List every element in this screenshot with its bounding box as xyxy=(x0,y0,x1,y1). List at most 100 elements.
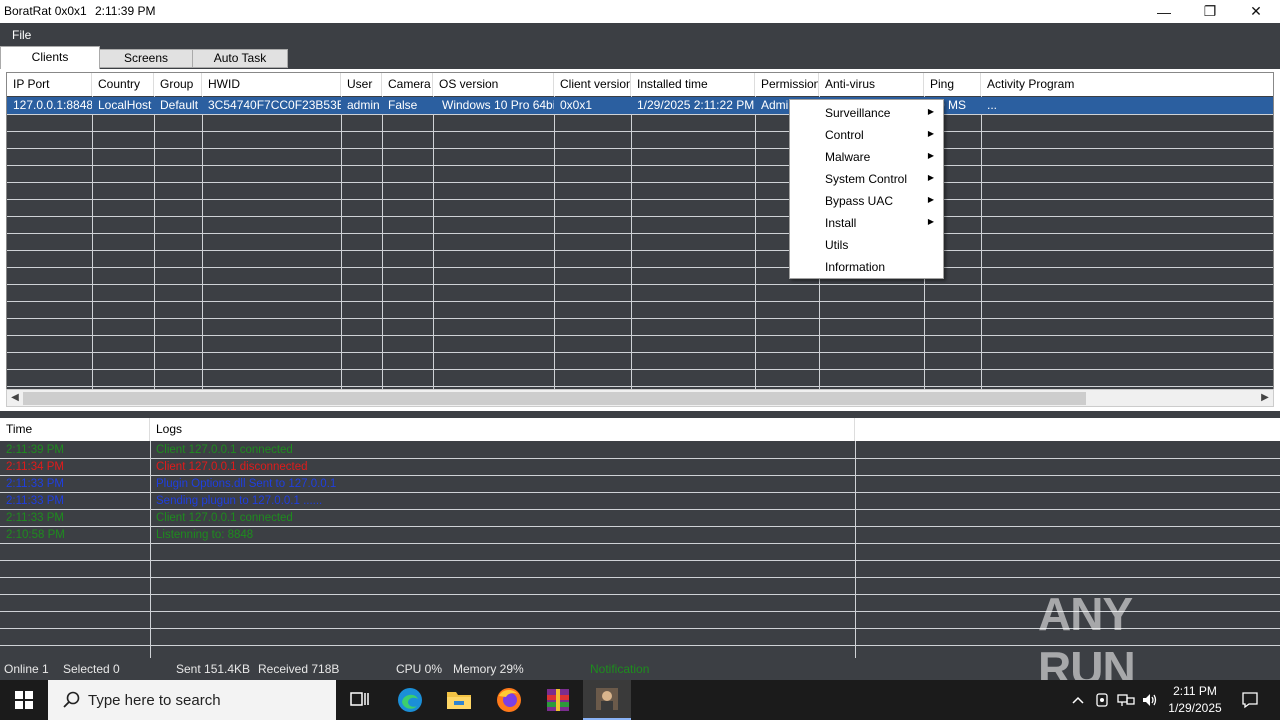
status-received: Received 718B xyxy=(258,662,340,676)
logs-table-header: Time Logs xyxy=(0,418,1280,441)
cell-country: LocalHost xyxy=(98,98,152,112)
log-message: Listenning to: 8848 xyxy=(156,529,254,541)
status-memory: Memory 29% xyxy=(453,662,524,676)
log-message: Sending plugun to 127.0.0.1 ...... xyxy=(156,495,323,507)
taskbar-clock[interactable]: 2:11 PM 1/29/2025 xyxy=(1162,683,1228,717)
clients-table-header: IP Port Country Group HWID User Camera O… xyxy=(7,73,1273,96)
menu-item-control[interactable]: Control ▶ xyxy=(790,124,943,146)
clock-date: 1/29/2025 xyxy=(1168,701,1222,715)
notification-center-icon[interactable] xyxy=(1230,680,1270,720)
taskbar-search-input[interactable]: Type here to search xyxy=(48,680,336,720)
grid-divider xyxy=(554,96,555,390)
tab-clients[interactable]: Clients xyxy=(0,46,100,70)
volume-icon[interactable] xyxy=(1138,680,1162,720)
column-header-ip-port[interactable]: IP Port xyxy=(7,73,92,96)
log-time: 2:11:33 PM xyxy=(6,478,64,490)
cell-os-version: Windows 10 Pro 64bit xyxy=(442,98,554,112)
submenu-arrow-icon: ▶ xyxy=(927,173,934,182)
column-header-permission[interactable]: Permission xyxy=(755,73,819,96)
horizontal-scrollbar[interactable]: ◀ ▶ xyxy=(6,389,1274,407)
grid-divider xyxy=(433,96,434,390)
submenu-arrow-icon: ▶ xyxy=(927,151,934,160)
column-header-logs[interactable]: Logs xyxy=(150,418,855,441)
menu-item-system-control[interactable]: System Control ▶ xyxy=(790,168,943,190)
column-header-group[interactable]: Group xyxy=(154,73,202,96)
column-header-client-version[interactable]: Client version xyxy=(554,73,631,96)
menu-item-surveillance[interactable]: Surveillance ▶ xyxy=(790,102,943,124)
edge-icon[interactable] xyxy=(386,680,434,720)
cell-client-version: 0x0x1 xyxy=(560,98,593,112)
tray-device-icon[interactable] xyxy=(1090,680,1114,720)
tray-overflow-chevron-icon[interactable] xyxy=(1066,680,1090,720)
close-button[interactable]: ✕ xyxy=(1233,0,1279,23)
menu-item-information[interactable]: Information xyxy=(790,256,943,278)
menu-file[interactable]: File xyxy=(12,28,31,42)
network-icon[interactable] xyxy=(1114,680,1138,720)
column-header-os-version[interactable]: OS version xyxy=(433,73,554,96)
grid-divider xyxy=(382,96,383,390)
title-bar: BoratRat 0x0x1 2:11:39 PM — ❐ ✕ xyxy=(0,0,1280,23)
context-menu: Surveillance ▶ Control ▶ Malware ▶ Syste… xyxy=(789,99,944,279)
maximize-button[interactable]: ❐ xyxy=(1187,0,1233,23)
status-selected: Selected 0 xyxy=(63,662,120,676)
windows-start-icon[interactable] xyxy=(0,680,48,720)
status-sent: Sent 151.4KB xyxy=(176,662,251,676)
grid-divider xyxy=(755,96,756,390)
log-time: 2:11:33 PM xyxy=(6,512,64,524)
firefox-icon[interactable] xyxy=(485,680,533,720)
grid-divider xyxy=(202,96,203,390)
log-row[interactable]: 2:11:33 PM Client 127.0.0.1 connected xyxy=(0,510,1280,527)
log-row[interactable]: 2:11:34 PM Client 127.0.0.1 disconnected xyxy=(0,459,1280,476)
tab-auto-task[interactable]: Auto Task xyxy=(192,49,288,68)
file-explorer-icon[interactable] xyxy=(435,680,483,720)
boratrat-icon[interactable] xyxy=(583,680,631,720)
submenu-arrow-icon: ▶ xyxy=(927,129,934,138)
menu-item-bypass-uac[interactable]: Bypass UAC ▶ xyxy=(790,190,943,212)
log-message: Client 127.0.0.1 connected xyxy=(156,512,293,524)
cell-camera: False xyxy=(388,98,418,112)
cell-hwid: 3C54740F7CC0F23B53E5 xyxy=(208,98,341,112)
scroll-left-icon[interactable]: ◀ xyxy=(7,390,23,406)
search-icon xyxy=(63,691,80,708)
log-row[interactable]: 2:11:33 PM Plugin Options.dll Sent to 12… xyxy=(0,476,1280,493)
minimize-button[interactable]: — xyxy=(1141,0,1187,23)
column-header-user[interactable]: User xyxy=(341,73,382,96)
column-header-installed-time[interactable]: Installed time xyxy=(631,73,755,96)
column-header-anti-virus[interactable]: Anti-virus xyxy=(819,73,924,96)
submenu-arrow-icon: ▶ xyxy=(927,195,934,204)
tab-screens[interactable]: Screens xyxy=(99,49,193,68)
cell-user: admin xyxy=(347,98,380,112)
anyrun-watermark-logo: ANY RUN xyxy=(1038,588,1238,694)
menu-item-install[interactable]: Install ▶ xyxy=(790,212,943,234)
column-header-ping[interactable]: Ping xyxy=(924,73,981,96)
log-row[interactable]: 2:10:58 PM Listenning to: 8848 xyxy=(0,527,1280,544)
log-row[interactable]: 2:11:33 PM Sending plugun to 127.0.0.1 .… xyxy=(0,493,1280,510)
log-row[interactable]: 2:11:39 PM Client 127.0.0.1 connected xyxy=(0,442,1280,459)
scrollbar-thumb[interactable] xyxy=(23,392,1086,405)
column-header-camera[interactable]: Camera xyxy=(382,73,433,96)
cell-group: Default xyxy=(160,98,199,112)
window-title-time: 2:11:39 PM xyxy=(95,4,156,18)
log-time: 2:10:58 PM xyxy=(6,529,65,541)
winrar-icon[interactable] xyxy=(534,680,582,720)
clients-table[interactable]: IP Port Country Group HWID User Camera O… xyxy=(6,72,1274,391)
menu-item-utils[interactable]: Utils xyxy=(790,234,943,256)
task-view-icon[interactable] xyxy=(336,680,384,720)
column-header-activity-program[interactable]: Activity Program xyxy=(981,73,1273,96)
column-header-hwid[interactable]: HWID xyxy=(202,73,341,96)
scroll-right-icon[interactable]: ▶ xyxy=(1257,390,1273,406)
log-time: 2:11:39 PM xyxy=(6,444,64,456)
cell-installed-time: 1/29/2025 2:11:22 PM xyxy=(637,98,755,112)
log-message: Client 127.0.0.1 connected xyxy=(156,444,293,456)
taskbar: Type here to search 2:11 PM 1/29/2025 xyxy=(0,680,1280,720)
menu-item-label: Utils xyxy=(825,238,849,252)
column-header-time[interactable]: Time xyxy=(0,418,150,441)
log-message: Plugin Options.dll Sent to 127.0.0.1 xyxy=(156,478,337,490)
column-header-country[interactable]: Country xyxy=(92,73,154,96)
log-time: 2:11:34 PM xyxy=(6,461,64,473)
menu-bar: File xyxy=(0,23,1280,46)
status-cpu: CPU 0% xyxy=(396,662,443,676)
status-notification[interactable]: Notification xyxy=(590,662,649,676)
menu-item-label: Information xyxy=(825,260,886,274)
menu-item-malware[interactable]: Malware ▶ xyxy=(790,146,943,168)
